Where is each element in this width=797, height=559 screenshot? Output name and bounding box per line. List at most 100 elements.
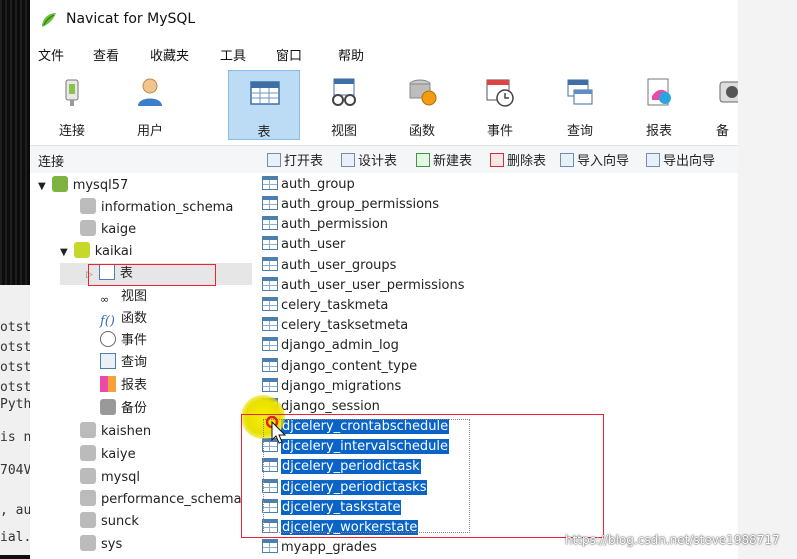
terminal-line: ial. bbox=[0, 530, 32, 545]
action-label: 新建表 bbox=[433, 154, 473, 169]
table-row[interactable]: auth_user bbox=[262, 235, 345, 255]
toolbar-view-button[interactable]: 视图 bbox=[308, 70, 380, 140]
new-table-button[interactable]: 新建表 bbox=[416, 150, 472, 169]
toolbar-label: 函数 bbox=[408, 124, 435, 139]
tree-db-kaikai[interactable]: ▼ kaikai bbox=[60, 241, 132, 263]
table-row[interactable]: myapp_grades bbox=[262, 538, 377, 558]
user-icon bbox=[138, 78, 162, 106]
table-row[interactable]: django_migrations bbox=[262, 377, 401, 397]
table-row[interactable]: celery_taskmeta bbox=[262, 296, 388, 316]
design-table-button[interactable]: 设计表 bbox=[341, 150, 397, 169]
tree-db-sunck[interactable]: sunck bbox=[80, 511, 139, 533]
tree-label: sunck bbox=[101, 514, 139, 529]
table-row[interactable]: django_content_type bbox=[262, 357, 417, 377]
toolbar-report-button[interactable]: 报表 bbox=[623, 70, 695, 140]
tree-db-kaiye[interactable]: kaiye bbox=[80, 444, 136, 466]
menu-tools[interactable]: 工具 bbox=[220, 45, 246, 64]
view-glasses-icon bbox=[332, 78, 356, 106]
database-icon bbox=[80, 198, 96, 214]
tree-db-mysql[interactable]: mysql bbox=[80, 467, 140, 489]
table-name: auth_group bbox=[281, 177, 355, 192]
connection-plug-icon bbox=[65, 79, 79, 106]
table-row[interactable]: auth_group bbox=[262, 175, 355, 195]
tree-item-backups[interactable]: 备份 bbox=[100, 398, 147, 420]
toolbar-function-button[interactable]: 函数 bbox=[386, 70, 458, 140]
new-table-icon bbox=[416, 153, 430, 167]
annotation-box bbox=[88, 264, 216, 286]
table-icon bbox=[262, 317, 278, 331]
export-wizard-button[interactable]: 导出向导 bbox=[646, 150, 715, 169]
tree-db-kaishen[interactable]: kaishen bbox=[80, 421, 151, 443]
query-icon bbox=[100, 353, 116, 369]
connection-tree: ▼ mysql57 information_schema kaige ▼ kaika… bbox=[30, 173, 253, 559]
desktop-background bbox=[738, 0, 797, 559]
action-label: 删除表 bbox=[507, 154, 547, 169]
database-icon bbox=[80, 490, 96, 506]
window-title: Navicat for MySQL bbox=[66, 11, 196, 27]
menu-favorites[interactable]: 收藏夹 bbox=[150, 45, 189, 64]
tree-label: kaikai bbox=[94, 244, 133, 259]
navicat-logo-icon bbox=[42, 13, 56, 27]
terminal-line: is n bbox=[0, 430, 32, 445]
menu-window[interactable]: 窗口 bbox=[276, 45, 302, 64]
toolbar-label: 用户 bbox=[136, 124, 163, 139]
tree-label: 报表 bbox=[121, 378, 148, 393]
toolbar-label: 事件 bbox=[486, 124, 513, 139]
tree-label: kaiye bbox=[101, 447, 136, 462]
terminal-line: 704V bbox=[0, 463, 32, 478]
tree-label: 视图 bbox=[121, 289, 148, 304]
tree-item-reports[interactable]: 报表 bbox=[100, 375, 147, 397]
table-row[interactable]: auth_permission bbox=[262, 215, 388, 235]
action-label: 设计表 bbox=[358, 154, 398, 169]
table-icon bbox=[262, 297, 278, 311]
tree-item-functions[interactable]: f() 函数 bbox=[100, 308, 147, 330]
table-row[interactable]: auth_user_groups bbox=[262, 256, 396, 276]
terminal-line: Pyth bbox=[0, 397, 32, 412]
delete-table-button[interactable]: 删除表 bbox=[490, 150, 546, 169]
toolbar-label: 备 bbox=[716, 124, 730, 139]
toolbar-query-button[interactable]: 查询 bbox=[544, 70, 616, 140]
toolbar-backup-button[interactable]: 备 bbox=[698, 70, 738, 140]
tree-item-views[interactable]: ∞ 视图 bbox=[100, 286, 147, 308]
menu-help[interactable]: 帮助 bbox=[338, 45, 364, 64]
database-icon bbox=[80, 220, 96, 236]
database-icon bbox=[80, 422, 96, 438]
delete-table-icon bbox=[490, 153, 504, 167]
toolbar-connection-button[interactable]: 连接 bbox=[36, 70, 108, 140]
tree-label: mysql57 bbox=[72, 178, 129, 193]
table-row[interactable]: auth_user_user_permissions bbox=[262, 276, 465, 296]
table-row[interactable]: celery_tasksetmeta bbox=[262, 316, 408, 336]
tree-item-events[interactable]: 事件 bbox=[100, 330, 147, 352]
report-icon bbox=[647, 78, 671, 106]
toolbar-label: 表 bbox=[257, 125, 271, 140]
tree-db-information-schema[interactable]: information_schema bbox=[80, 197, 233, 219]
table-name: celery_tasksetmeta bbox=[281, 318, 409, 333]
toolbar-label: 视图 bbox=[330, 124, 357, 139]
database-icon bbox=[80, 535, 96, 551]
menu-file[interactable]: 文件 bbox=[38, 45, 64, 64]
title-bar: Navicat for MySQL bbox=[30, 0, 738, 40]
table-name: auth_permission bbox=[281, 217, 389, 232]
tree-item-queries[interactable]: 查询 bbox=[100, 352, 147, 374]
import-wizard-button[interactable]: 导入向导 bbox=[560, 150, 629, 169]
table-row[interactable]: auth_group_permissions bbox=[262, 195, 439, 215]
toolbar-user-button[interactable]: 用户 bbox=[114, 70, 186, 140]
menu-view[interactable]: 查看 bbox=[93, 45, 119, 64]
view-glasses-icon: ∞ bbox=[100, 293, 110, 306]
event-clock-icon bbox=[486, 79, 514, 107]
report-icon bbox=[100, 376, 116, 392]
table-row[interactable]: django_admin_log bbox=[262, 336, 399, 356]
toolbar-event-button[interactable]: 事件 bbox=[464, 70, 536, 140]
toolbar-table-button[interactable]: 表 bbox=[228, 70, 300, 140]
table-name: auth_group_permissions bbox=[281, 197, 440, 212]
tree-label: information_schema bbox=[101, 200, 234, 215]
tree-db-performance-schema[interactable]: performance_schema bbox=[80, 489, 242, 511]
collapse-arrow-icon: ▼ bbox=[60, 247, 68, 258]
table-name: django_admin_log bbox=[281, 338, 399, 353]
tree-connection-mysql57[interactable]: ▼ mysql57 bbox=[38, 175, 128, 197]
export-icon bbox=[646, 153, 660, 167]
tree-db-sys[interactable]: sys bbox=[80, 534, 122, 556]
open-table-button[interactable]: 打开表 bbox=[267, 150, 323, 169]
table-icon bbox=[262, 539, 278, 553]
tree-db-kaige[interactable]: kaige bbox=[80, 219, 136, 241]
